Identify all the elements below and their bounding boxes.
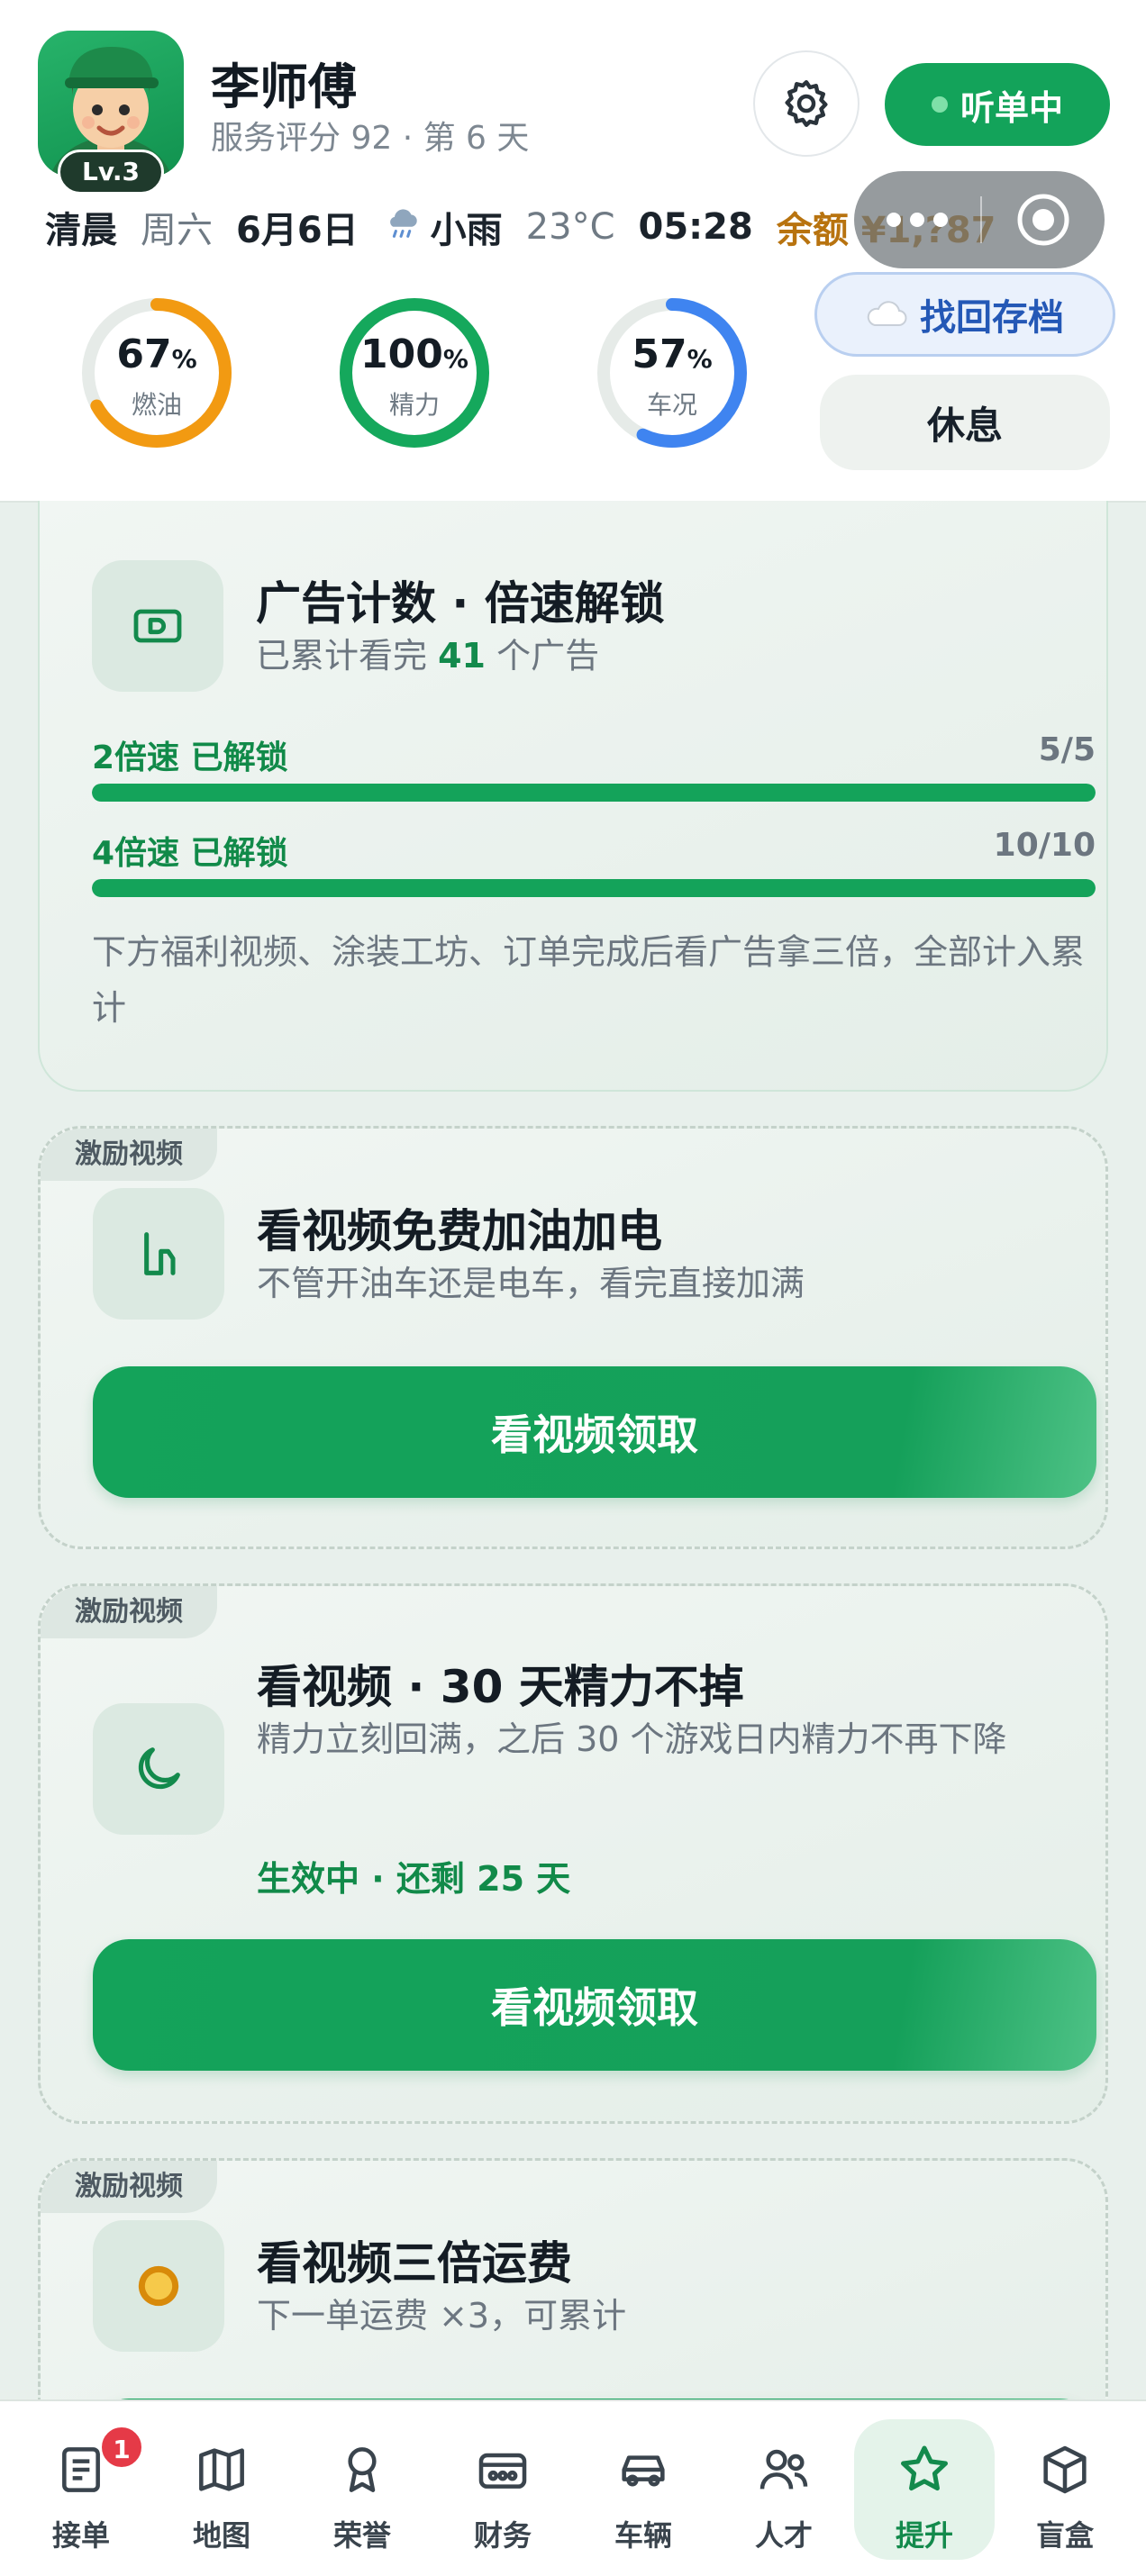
wallet-icon — [478, 2453, 527, 2489]
energy-label: 精力 — [388, 390, 440, 420]
speed-4x-label: 4倍速 已解锁 — [92, 835, 288, 872]
vehicle-condition-gauge: 57% 车况 — [595, 295, 750, 450]
tab-talent[interactable]: 人才 — [714, 2401, 854, 2576]
tab-talent-label: 人才 — [754, 2518, 813, 2553]
reward-video-tag: 激励视频 — [41, 1586, 217, 1638]
people-icon — [759, 2449, 808, 2490]
tab-orders-label: 接单 — [51, 2518, 110, 2553]
coin-icon — [138, 2265, 179, 2307]
tab-upgrade[interactable]: 提升 — [854, 2401, 995, 2576]
target-close-icon — [1017, 194, 1069, 246]
refuel-desc: 不管开油车还是电车，看完直接加满 — [257, 1264, 805, 1303]
tab-honor[interactable]: 荣誉 — [292, 2401, 432, 2576]
rest-button[interactable]: 休息 — [820, 375, 1110, 470]
free-refuel-card: 激励视频 看视频免费加油加电 不管开油车还是电车，看完直接加满 看视频领取 — [38, 1126, 1108, 1549]
refuel-title: 看视频免费加油加电 — [257, 1205, 662, 1257]
fuel-label: 燃油 — [131, 390, 182, 420]
triple-fare-title: 看视频三倍运费 — [257, 2237, 572, 2290]
online-dot-icon — [931, 96, 948, 113]
orders-count-badge: 1 — [99, 2425, 144, 2470]
fuel-pump-icon — [144, 1232, 176, 1275]
car-icon — [622, 2455, 665, 2487]
video-ad-icon — [133, 609, 182, 643]
rain-cloud-icon — [382, 202, 423, 252]
speed-2x-count: 5/5 — [1038, 731, 1096, 768]
driver-rating-days: 服务评分 92 · 第 6 天 — [211, 120, 530, 157]
close-miniprogram-button[interactable] — [982, 192, 1105, 248]
game-clock: 05:28 — [638, 206, 753, 248]
level-badge: Lv.3 — [58, 150, 164, 195]
speed-2x-label: 2倍速 已解锁 — [92, 739, 288, 776]
gear-icon — [785, 80, 828, 127]
more-menu-button[interactable] — [854, 213, 980, 227]
vehicle-condition-value: 57 — [632, 331, 687, 377]
energy-icon-box — [93, 1703, 224, 1835]
speed-4x-progress-bar — [92, 879, 1096, 897]
ad-counter-title: 广告计数 · 倍速解锁 — [256, 577, 665, 630]
vehicle-condition-label: 车况 — [646, 390, 697, 420]
watch-video-refuel-button[interactable]: 看视频领取 — [93, 1366, 1096, 1498]
temperature: 23°C — [525, 206, 615, 248]
energy-lock-desc: 精力立刻回满，之后 30 个游戏日内精力不再下降 — [257, 1719, 1007, 1759]
restore-save-button[interactable]: 找回存档 — [814, 272, 1115, 357]
moon-icon — [138, 1747, 180, 1790]
refuel-icon-box — [93, 1188, 224, 1320]
tab-upgrade-label: 提升 — [895, 2518, 953, 2553]
mini-program-capsule — [854, 171, 1105, 268]
watch-video-energy-button[interactable]: 看视频领取 — [93, 1939, 1096, 2071]
triple-fare-desc: 下一单运费 ×3，可累计 — [257, 2296, 627, 2336]
settings-button[interactable] — [753, 50, 860, 157]
reward-video-tag: 激励视频 — [41, 1129, 217, 1181]
tab-finance-label: 财务 — [473, 2518, 532, 2553]
bottom-tab-bar: 接单 1 地图 荣誉 财务 车辆 人才 提升 盲盒 — [0, 2399, 1146, 2576]
reward-video-tag: 激励视频 — [41, 2161, 217, 2213]
speed-2x-progress-bar — [92, 784, 1096, 802]
tab-blind-box[interactable]: 盲盒 — [995, 2401, 1135, 2576]
fuel-gauge: 67% 燃油 — [79, 295, 234, 450]
game-date: 6月6日 — [236, 210, 359, 251]
tab-vehicles[interactable]: 车辆 — [573, 2401, 714, 2576]
cloud-icon — [867, 301, 907, 326]
fuel-value: 67 — [116, 331, 172, 377]
weather-label: 小雨 — [430, 210, 503, 251]
listening-status-button[interactable]: 听单中 — [885, 63, 1110, 146]
status-header: Lv.3 李师傅 服务评分 92 · 第 6 天 听单中 清晨 周六 6月6日 … — [0, 0, 1146, 503]
medal-icon — [348, 2447, 377, 2492]
tab-finance[interactable]: 财务 — [432, 2401, 573, 2576]
energy-gauge: 100% 精力 — [337, 295, 492, 450]
ad-count: 41 — [438, 636, 486, 676]
tab-honor-label: 荣誉 — [332, 2518, 391, 2553]
weekday: 周六 — [141, 210, 213, 251]
tab-map-label: 地图 — [192, 2518, 250, 2553]
star-icon — [901, 2445, 948, 2491]
energy-lock-title: 看视频 · 30 天精力不掉 — [257, 1661, 744, 1713]
coin-icon-box — [93, 2220, 224, 2352]
ad-counter-card: 广告计数 · 倍速解锁 已累计看完 41 个广告 2倍速 已解锁 5/5 4倍速… — [38, 501, 1108, 1092]
box-icon — [1043, 2445, 1087, 2494]
driver-name: 李师傅 — [211, 59, 357, 115]
tab-orders[interactable]: 接单 1 — [11, 2401, 151, 2576]
energy-lock-card: 激励视频 看视频 · 30 天精力不掉 精力立刻回满，之后 30 个游戏日内精力… — [38, 1583, 1108, 2124]
time-of-day: 清晨 — [45, 210, 117, 251]
speed-4x-count: 10/10 — [993, 827, 1096, 864]
energy-lock-active-status: 生效中 · 还剩 25 天 — [257, 1859, 571, 1899]
tab-blind-box-label: 盲盒 — [1035, 2518, 1094, 2553]
energy-value: 100 — [360, 331, 443, 377]
ad-counter-note: 下方福利视频、涂装工坊、订单完成后看广告拿三倍，全部计入累计 — [92, 932, 1086, 1028]
ad-icon-box — [92, 560, 223, 692]
map-icon — [199, 2448, 244, 2491]
tab-vehicles-label: 车辆 — [614, 2518, 672, 2553]
listening-status-label: 听单中 — [960, 87, 1063, 128]
ad-counter-desc: 已累计看完 41 个广告 — [256, 636, 600, 676]
restore-save-label: 找回存档 — [920, 297, 1064, 339]
tab-map[interactable]: 地图 — [151, 2401, 292, 2576]
